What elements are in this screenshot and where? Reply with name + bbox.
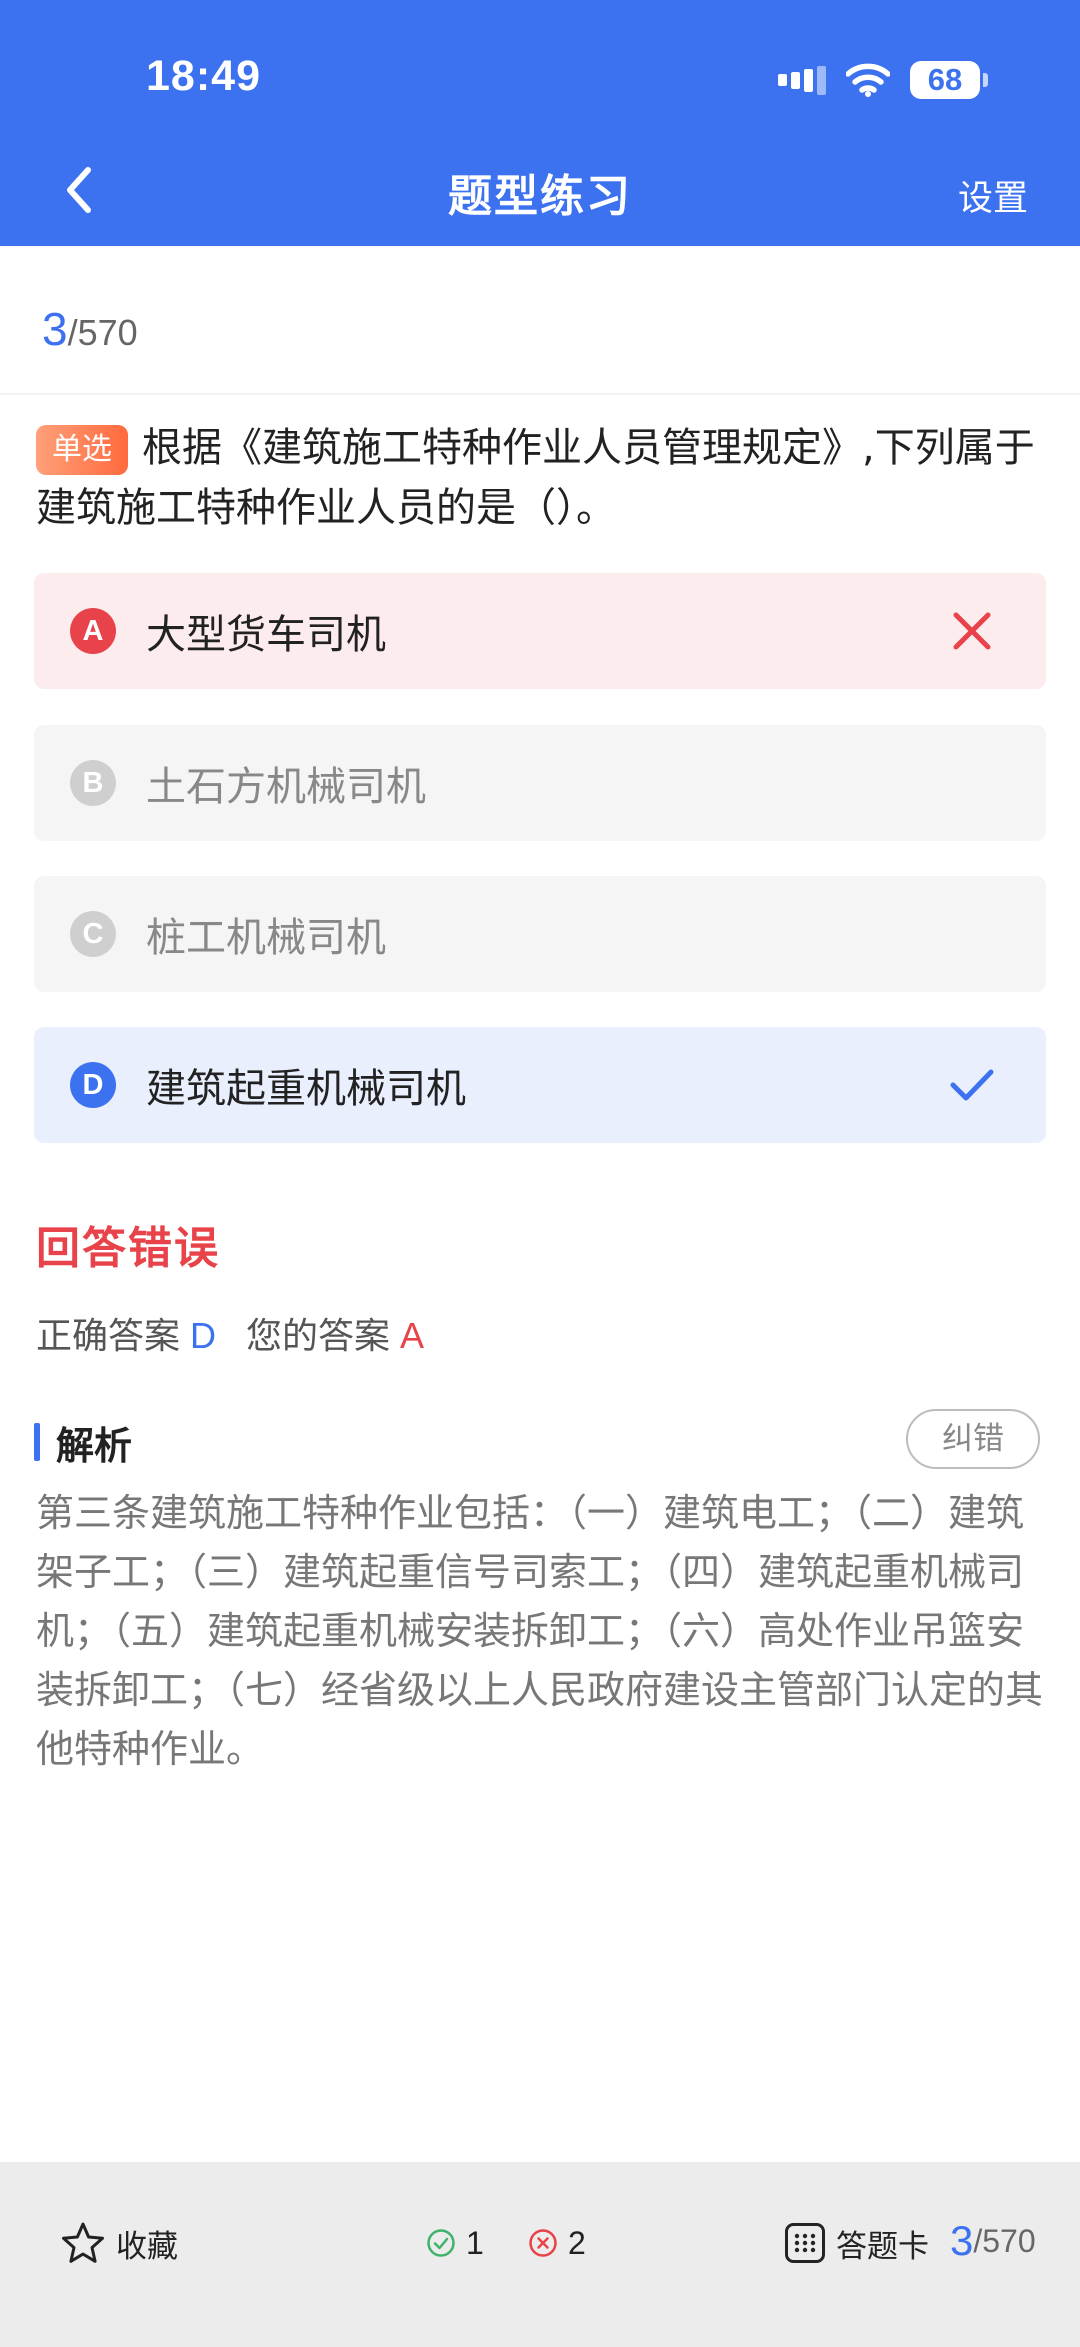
option-letter: A: [70, 608, 116, 654]
check-circle-icon: [427, 2229, 455, 2257]
analysis-title: 解析: [56, 1424, 133, 1468]
option-letter: D: [70, 1062, 116, 1108]
option-d[interactable]: D 建筑起重机械司机: [34, 1027, 1046, 1143]
x-circle-icon: [529, 2229, 557, 2257]
option-c[interactable]: C 桩工机械司机: [34, 876, 1046, 992]
favorite-button[interactable]: 收藏: [60, 2218, 178, 2268]
favorite-label: 收藏: [116, 2228, 178, 2265]
question-progress: 3/570: [42, 302, 138, 356]
option-a[interactable]: A 大型货车司机: [34, 573, 1046, 689]
bottom-bar: 收藏 1 2 答题卡 3/570: [0, 2162, 1080, 2347]
option-letter: C: [70, 911, 116, 957]
analysis-accent-bar: [34, 1423, 40, 1461]
correct-answer-label: 正确答案: [36, 1316, 181, 1357]
page-title: 题型练习: [448, 171, 632, 222]
settings-button[interactable]: 设置: [958, 170, 1028, 221]
signal-icon: [778, 65, 826, 95]
wrong-count: 2: [528, 2218, 586, 2268]
option-text: 建筑起重机械司机: [146, 1066, 466, 1112]
bottom-progress-total: /570: [973, 2222, 1036, 2259]
close-icon: [942, 601, 1002, 661]
option-b[interactable]: B 土石方机械司机: [34, 725, 1046, 841]
option-text: 桩工机械司机: [146, 915, 386, 961]
result-title: 回答错误: [36, 1223, 220, 1274]
correct-answer-value: D: [190, 1315, 217, 1356]
status-time: 18:49: [146, 52, 261, 100]
option-letter: B: [70, 760, 116, 806]
correct-count: 1: [426, 2218, 484, 2268]
bottom-progress-current: 3: [950, 2217, 974, 2264]
your-answer-value: A: [400, 1315, 425, 1356]
option-text: 土石方机械司机: [146, 764, 426, 810]
correct-count-value: 1: [466, 2224, 484, 2261]
question-stem: 单选 根据《建筑施工特种作业人员管理规定》,下列属于建筑施工特种作业人员的是（）。: [36, 418, 1046, 538]
divider: [0, 393, 1080, 395]
analysis-text: 第三条建筑施工特种作业包括：（一）建筑电工；（二）建筑架子工；（三）建筑起重信号…: [36, 1491, 1044, 1771]
question-text: 根据《建筑施工特种作业人员管理规定》,下列属于建筑施工特种作业人员的是（）。: [36, 425, 1035, 531]
bottom-progress: 3/570: [950, 2216, 1036, 2266]
progress-current: 3: [42, 303, 68, 355]
progress-total: /570: [67, 312, 138, 353]
top-bar: 18:49 68 题型练习 设置: [0, 0, 1080, 246]
your-answer-label: 您的答案: [246, 1316, 391, 1357]
wrong-count-value: 2: [568, 2224, 586, 2261]
answer-card-label: 答题卡: [836, 2228, 929, 2265]
grid-icon: [785, 2223, 825, 2263]
report-error-button[interactable]: 纠错: [906, 1409, 1040, 1469]
star-icon: [62, 2222, 104, 2263]
question-type-badge: 单选: [36, 425, 128, 475]
battery-icon: 68: [910, 61, 988, 99]
wifi-icon: [846, 63, 890, 97]
check-icon: [942, 1055, 1002, 1115]
option-text: 大型货车司机: [146, 612, 386, 658]
answer-summary: 正确答案 D 您的答案 A: [36, 1307, 424, 1359]
status-icons: 68: [778, 58, 988, 102]
answer-card-button[interactable]: 答题卡: [784, 2218, 929, 2268]
